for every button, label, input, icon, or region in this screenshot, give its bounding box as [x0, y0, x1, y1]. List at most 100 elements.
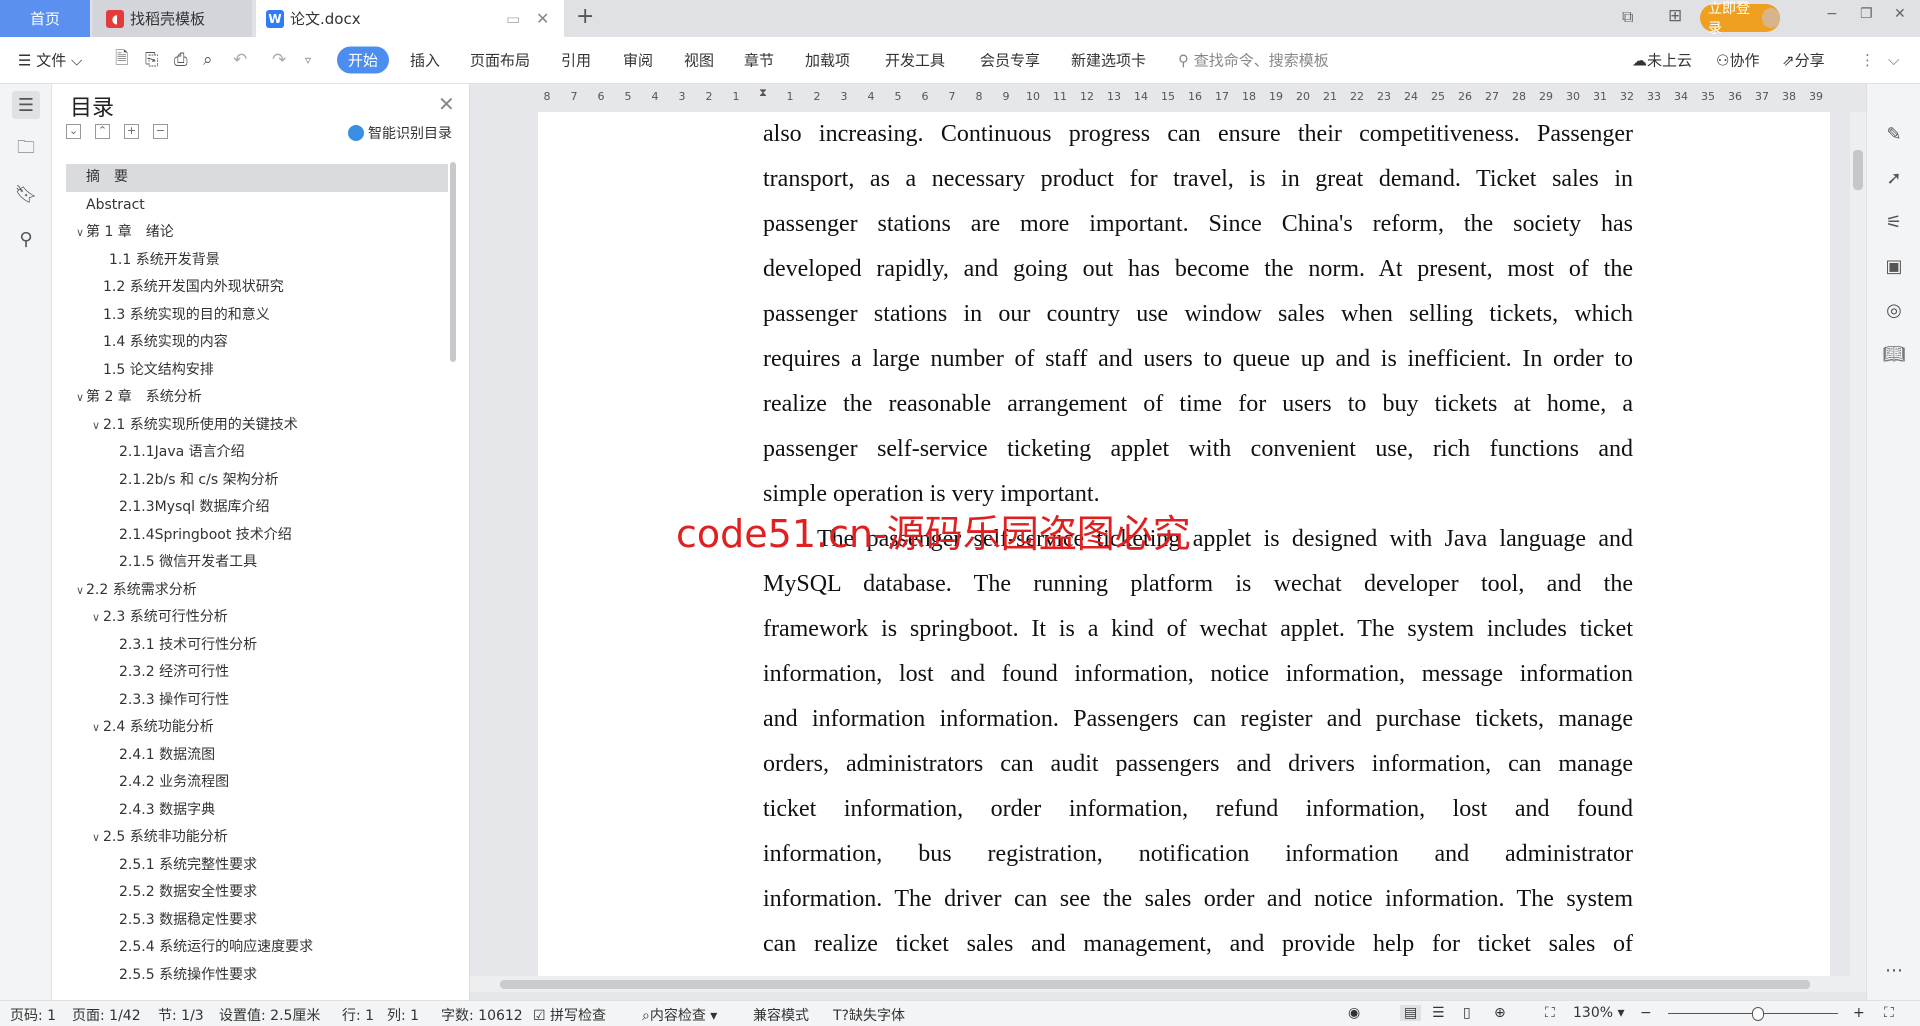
toc-item[interactable]: ∨ 2.1 系统实现所使用的关键技术 — [66, 412, 448, 440]
tab-chapter[interactable]: 章节 — [744, 50, 774, 71]
text-line[interactable]: information, bus registration, notificat… — [763, 832, 1633, 877]
vertical-scroll-thumb[interactable] — [1853, 150, 1863, 190]
undo-icon[interactable]: ↶ — [233, 50, 247, 70]
chevron-down-icon[interactable]: ∨ — [92, 824, 100, 852]
tab-review[interactable]: 审阅 — [623, 50, 653, 71]
text-line[interactable]: passenger station. — [763, 967, 1633, 976]
outline-view-icon[interactable]: ☰ — [1432, 1005, 1445, 1021]
toc-item[interactable]: 摘 要 — [66, 164, 448, 192]
zoom-slider-handle[interactable] — [1752, 1007, 1764, 1021]
toc-item[interactable]: 2.5.3 数据稳定性要求 — [66, 907, 448, 935]
toc-item[interactable]: 2.1.5 微信开发者工具 — [66, 549, 448, 577]
zoom-level[interactable]: 130% ▾ — [1573, 1005, 1625, 1021]
chevron-down-icon[interactable]: ∨ — [76, 219, 84, 247]
toc-item[interactable]: 2.1.2b/s 和 c/s 架构分析 — [66, 467, 448, 495]
text-line[interactable]: ticket information, order information, r… — [763, 787, 1633, 832]
toc-item[interactable]: 1.1 系统开发背景 — [66, 247, 448, 275]
toc-item[interactable]: 2.3.3 操作可行性 — [66, 687, 448, 715]
toc-item[interactable]: 2.4.3 数据字典 — [66, 797, 448, 825]
tab-start[interactable]: 开始 — [337, 46, 390, 74]
restore-button[interactable]: ❐ — [1860, 6, 1873, 22]
close-tab-icon[interactable]: ✕ — [536, 9, 549, 28]
minimize-button[interactable]: − — [1826, 6, 1838, 22]
horizontal-scroll-thumb[interactable] — [500, 980, 1810, 989]
horizontal-scrollbar[interactable] — [470, 976, 1866, 992]
tab-developer[interactable]: 开发工具 — [885, 50, 945, 71]
file-menu[interactable]: ☰ 文件 ⌵ — [18, 50, 82, 71]
content-check-button[interactable]: ⌕内容检查 ▾ — [642, 1005, 717, 1025]
toc-item[interactable]: 2.3.2 经济可行性 — [66, 659, 448, 687]
redo-icon[interactable]: ↷ — [272, 50, 286, 70]
toc-item[interactable]: Abstract — [66, 192, 448, 220]
toc-item[interactable]: ∨ 第 1 章 绪论 — [66, 219, 448, 247]
collapse-ribbon-icon[interactable]: ⌵ — [1888, 51, 1899, 69]
command-search[interactable]: ⚲ 查找命令、搜索模板 — [1178, 50, 1329, 71]
select-cursor-icon[interactable]: ➚ — [1882, 168, 1906, 192]
toc-panel-icon[interactable]: ☰ — [12, 91, 40, 119]
more-tools-icon[interactable]: ⋯ — [1882, 960, 1906, 984]
text-line[interactable]: information, lost and found information,… — [763, 652, 1633, 697]
toc-item[interactable]: 2.4.2 业务流程图 — [66, 769, 448, 797]
text-line[interactable]: passenger self-service ticketing applet … — [763, 427, 1633, 472]
remove-level-icon[interactable]: − — [153, 124, 168, 139]
text-line[interactable]: can realize ticket sales and management,… — [763, 922, 1633, 967]
status-pages[interactable]: 页面: 1/42 — [72, 1005, 141, 1025]
status-word-count[interactable]: 字数: 10612 — [441, 1005, 523, 1025]
text-line[interactable]: information. The driver can see the sale… — [763, 877, 1633, 922]
adjust-icon[interactable]: ⚟ — [1882, 212, 1906, 236]
toc-item[interactable]: 1.4 系统实现的内容 — [66, 329, 448, 357]
text-line[interactable]: and information information. Passengers … — [763, 697, 1633, 742]
tab-template[interactable]: ◖ 找稻壳模板 — [92, 0, 252, 37]
pin-icon[interactable]: ▭ — [506, 10, 520, 28]
fit-page-icon[interactable]: ⛶ — [1545, 1005, 1555, 1021]
reading-view-icon[interactable]: ▯ — [1463, 1005, 1471, 1021]
text-line[interactable]: orders, administrators can audit passeng… — [763, 742, 1633, 787]
chevron-down-icon[interactable]: ∨ — [92, 714, 100, 742]
toc-item[interactable]: 2.1.4Springboot 技术介绍 — [66, 522, 448, 550]
tab-member[interactable]: 会员专享 — [980, 50, 1040, 71]
compass-icon[interactable]: ◎ — [1882, 300, 1906, 324]
login-button[interactable]: 立即登录 — [1700, 1, 1780, 37]
text-line[interactable]: also increasing. Continuous progress can… — [763, 112, 1633, 157]
zoom-out-button[interactable]: − — [1640, 1005, 1652, 1021]
toc-item[interactable]: 1.5 论文结构安排 — [66, 357, 448, 385]
tab-new-tab[interactable]: 新建选项卡 — [1071, 50, 1146, 71]
text-line[interactable]: realize the reasonable arrangement of ti… — [763, 382, 1633, 427]
smart-toc-button[interactable]: 智能识别目录 — [348, 123, 452, 143]
chevron-down-icon[interactable]: ∨ — [92, 604, 100, 632]
close-window-button[interactable]: ✕ — [1894, 6, 1906, 22]
expand-all-icon[interactable]: ⌄ — [66, 124, 81, 139]
toc-item[interactable]: 1.2 系统开发国内外现状研究 — [66, 274, 448, 302]
new-tab-button[interactable]: + — [576, 4, 594, 29]
text-line[interactable]: transport, as a necessary product for tr… — [763, 157, 1633, 202]
save-icon[interactable]: 🗎 — [115, 46, 129, 75]
text-line[interactable]: passenger stations are more important. S… — [763, 202, 1633, 247]
tab-addons[interactable]: 加载项 — [805, 50, 850, 71]
tab-document[interactable]: W 论文.docx ▭ ✕ — [256, 0, 564, 37]
tab-references[interactable]: 引用 — [561, 50, 591, 71]
more-dropdown-icon[interactable]: ▿ — [305, 53, 311, 67]
bookmark-icon[interactable]: 🔖︎ — [12, 180, 40, 208]
status-section[interactable]: 节: 1/3 — [158, 1005, 204, 1025]
export-pdf-icon[interactable]: ⎘ — [145, 50, 159, 70]
close-toc-icon[interactable]: ✕ — [438, 92, 455, 116]
eye-protect-icon[interactable]: ◉ — [1348, 1005, 1360, 1021]
fullscreen-icon[interactable]: ⛶ — [1884, 1005, 1894, 1021]
toc-item[interactable]: 2.4.1 数据流图 — [66, 742, 448, 770]
text-line[interactable]: passenger stations in our country use wi… — [763, 292, 1633, 337]
share-button[interactable]: ⇗分享 — [1782, 50, 1825, 71]
status-page-no[interactable]: 页码: 1 — [10, 1005, 56, 1025]
print-icon[interactable]: ⎙ — [174, 50, 188, 70]
layout-icon[interactable]: ⧉ — [1622, 7, 1633, 27]
page-view-icon[interactable]: ▤ — [1400, 1005, 1422, 1021]
compat-mode[interactable]: 兼容模式 — [753, 1005, 809, 1025]
toc-item[interactable]: 2.1.1Java 语言介绍 — [66, 439, 448, 467]
nav-pane-icon[interactable]: 🗀 — [12, 136, 40, 164]
tab-insert[interactable]: 插入 — [410, 50, 440, 71]
text-line[interactable]: MySQL database. The running platform is … — [763, 562, 1633, 607]
print-preview-icon[interactable]: ⌕ — [203, 50, 213, 70]
toc-scrollbar[interactable] — [450, 162, 456, 362]
toc-item[interactable]: 2.5.4 系统运行的响应速度要求 — [66, 934, 448, 962]
web-view-icon[interactable]: ⊕ — [1494, 1005, 1506, 1021]
horizontal-ruler[interactable]: 8 7 6 5 4 3 2 1 1 2 3 4 5 6 7 8 9 10 11 12 13 14 15 16 17 18 19 20 2… — [470, 84, 1866, 112]
